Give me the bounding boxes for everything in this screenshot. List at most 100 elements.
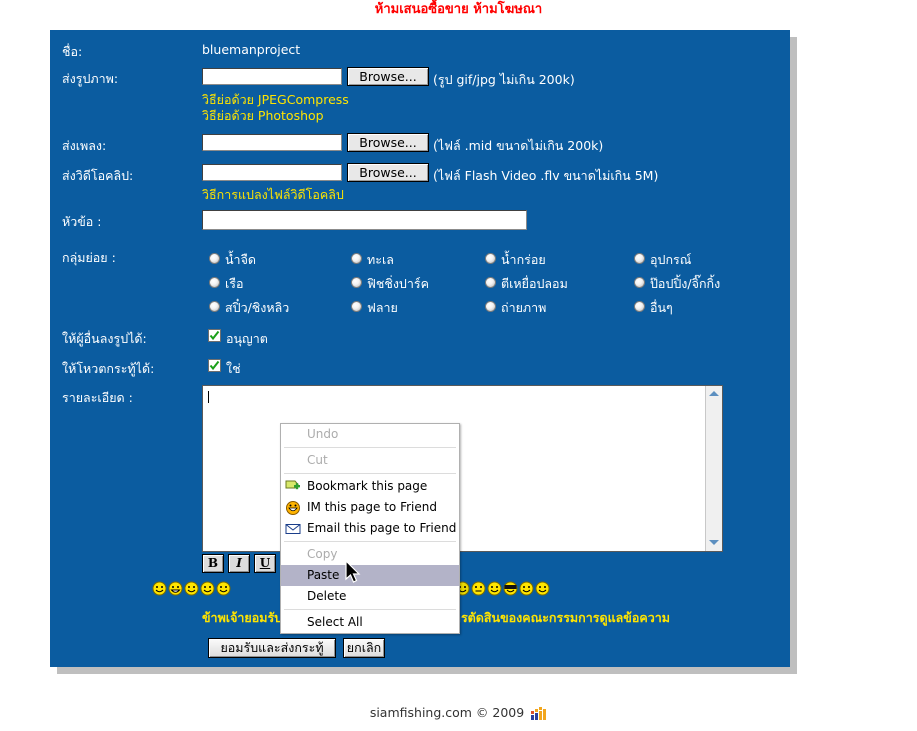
context-menu-item-label: Cut <box>307 453 328 467</box>
context-menu-item-cut: Cut <box>281 450 459 471</box>
radio-label-8[interactable]: สปิ๋ว/ชิงหลิว <box>225 298 289 318</box>
context-menu-item-email-this-page-to-friend[interactable]: Email this page to Friend <box>281 518 459 539</box>
context-menu-item-label: Undo <box>307 427 339 441</box>
label-topic: หัวข้อ : <box>62 214 102 229</box>
checkbox-label-allow-vote[interactable]: ใช่ <box>226 359 241 379</box>
radio-label-9[interactable]: ฟลาย <box>367 298 398 318</box>
image-file-input[interactable] <box>202 68 342 85</box>
context-menu-separator <box>284 473 456 474</box>
image-browse-button[interactable]: Browse... <box>347 67 429 86</box>
value-username: bluemanproject <box>202 42 301 57</box>
radio-label-10[interactable]: ถ่ายภาพ <box>501 298 546 318</box>
radio-subgroup-0[interactable] <box>209 253 220 264</box>
label-upload-image: ส่งรูปภาพ: <box>62 71 119 86</box>
context-menu[interactable]: Undo Cut Bookmark this page IM this page to… <box>280 423 460 634</box>
label-allow-vote: ให้โหวตกระทู้ได้: <box>62 361 155 376</box>
details-scrollbar[interactable] <box>705 386 722 551</box>
page-root: ห้ามเสนอซื้อขาย ห้ามโฆษณา ชื่อ: bluemanp… <box>0 0 917 731</box>
envelope-icon <box>285 524 301 534</box>
radio-subgroup-11[interactable] <box>634 301 645 312</box>
context-menu-item-paste[interactable]: Paste <box>281 565 459 586</box>
label-subgroup: กลุ่มย่อย : <box>62 250 116 265</box>
label-name: ชื่อ: <box>62 44 83 59</box>
radio-label-3[interactable]: อุปกรณ์ <box>650 250 691 270</box>
emoticon-smile[interactable] <box>535 581 550 596</box>
mouse-cursor-icon <box>345 560 361 583</box>
im-smiley-icon <box>286 501 300 515</box>
radio-subgroup-2[interactable] <box>485 253 496 264</box>
checkbox-allow-others-photo[interactable] <box>208 329 221 342</box>
context-menu-item-copy: Copy <box>281 544 459 565</box>
chevron-up-icon <box>709 391 719 396</box>
bold-button[interactable]: B <box>202 554 224 573</box>
radio-subgroup-4[interactable] <box>209 277 220 288</box>
video-hint: (ไฟล์ Flash Video .flv ขนาดไม่เกิน 5M) <box>433 168 659 183</box>
context-menu-item-label: Paste <box>307 568 340 582</box>
label-upload-video: ส่งวิดีโอคลิป: <box>62 168 134 183</box>
emoticon-neutral[interactable] <box>471 581 486 596</box>
context-menu-item-label: Bookmark this page <box>307 479 428 493</box>
chevron-down-icon <box>709 540 719 545</box>
radio-subgroup-6[interactable] <box>485 277 496 288</box>
image-hint: (รูป gif/jpg ไม่เกิน 200k) <box>433 72 575 87</box>
emoticon-smile[interactable] <box>487 581 502 596</box>
page-warning-banner: ห้ามเสนอซื้อขาย ห้ามโฆษณา <box>374 2 543 17</box>
radio-subgroup-7[interactable] <box>634 277 645 288</box>
context-menu-separator <box>284 447 456 448</box>
context-menu-item-bookmark-this-page[interactable]: Bookmark this page <box>281 476 459 497</box>
radio-subgroup-3[interactable] <box>634 253 645 264</box>
radio-subgroup-9[interactable] <box>351 301 362 312</box>
bookmark-icon <box>285 480 300 490</box>
radio-label-6[interactable]: ตีเหยื่อปลอม <box>501 274 568 294</box>
radio-subgroup-5[interactable] <box>351 277 362 288</box>
context-menu-item-undo: Undo <box>281 424 459 445</box>
radio-label-0[interactable]: น้ำจืด <box>225 250 256 270</box>
scroll-down-button[interactable] <box>706 535 722 551</box>
radio-label-5[interactable]: ฟิชชิ่งปาร์ค <box>367 274 429 294</box>
checkbox-label-allow-others-photo[interactable]: อนุญาต <box>226 329 268 349</box>
context-menu-item-delete[interactable]: Delete <box>281 586 459 607</box>
emoticon-happy[interactable] <box>184 581 199 596</box>
checkbox-allow-vote[interactable] <box>208 359 221 372</box>
context-menu-separator <box>284 609 456 610</box>
submit-button[interactable]: ยอมรับและส่งกระทู้ <box>208 638 336 658</box>
emoticon-grin[interactable] <box>168 581 183 596</box>
context-menu-item-label: IM this page to Friend <box>307 500 437 514</box>
context-menu-item-select-all[interactable]: Select All <box>281 612 459 633</box>
emoticon-glasses[interactable] <box>503 581 518 596</box>
emoticon-blush[interactable] <box>216 581 231 596</box>
label-upload-song: ส่งเพลง: <box>62 138 107 153</box>
scroll-up-button[interactable] <box>706 386 722 402</box>
emoticon-smile[interactable] <box>152 581 167 596</box>
cancel-button[interactable]: ยกเลิก <box>343 638 385 658</box>
context-menu-item-im-this-page-to-friend[interactable]: IM this page to Friend <box>281 497 459 518</box>
radio-subgroup-8[interactable] <box>209 301 220 312</box>
text-caret <box>208 391 209 403</box>
link-video-convert[interactable]: วิธีการแปลงไฟล์วิดีโอคลิป <box>202 185 344 205</box>
siamfishing-logo-icon <box>531 707 547 720</box>
footer-text: siamfishing.com © 2009 <box>369 705 525 720</box>
radio-label-7[interactable]: ป๊อปปิ้ง/จิ๊กกิ้ง <box>650 274 720 294</box>
radio-label-2[interactable]: น้ำกร่อย <box>501 250 546 270</box>
radio-label-4[interactable]: เรือ <box>225 274 244 294</box>
video-browse-button[interactable]: Browse... <box>347 163 429 182</box>
video-file-input[interactable] <box>202 164 342 181</box>
context-menu-item-label: Copy <box>307 547 338 561</box>
topic-input[interactable] <box>202 210 527 230</box>
context-menu-item-label: Email this page to Friend <box>307 521 457 535</box>
radio-label-11[interactable]: อื่นๆ <box>650 298 673 318</box>
site-footer: siamfishing.com © 2009 <box>0 705 917 720</box>
emoticon-smile[interactable] <box>519 581 534 596</box>
emoticon-cool[interactable] <box>200 581 215 596</box>
radio-label-1[interactable]: ทะเล <box>367 250 394 270</box>
link-photoshop[interactable]: วิธีย่อด้วย Photoshop <box>202 106 324 126</box>
radio-subgroup-1[interactable] <box>351 253 362 264</box>
underline-button[interactable]: U <box>254 554 276 573</box>
radio-subgroup-10[interactable] <box>485 301 496 312</box>
label-details: รายละเอียด : <box>62 390 133 405</box>
italic-button[interactable]: I <box>228 554 250 573</box>
song-hint: (ไฟล์ .mid ขนาดไม่เกิน 200k) <box>433 138 604 153</box>
song-browse-button[interactable]: Browse... <box>347 133 429 152</box>
song-file-input[interactable] <box>202 134 342 151</box>
check-icon <box>209 360 220 371</box>
